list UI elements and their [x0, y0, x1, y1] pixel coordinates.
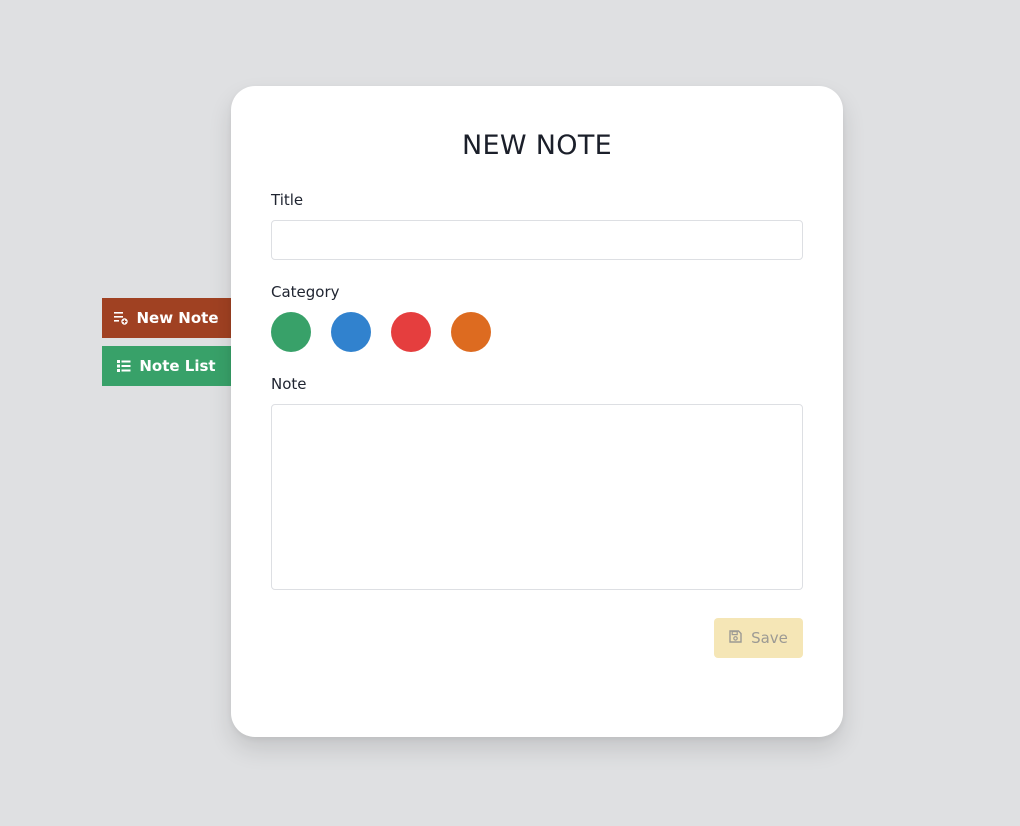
new-note-card: NEW NOTE Title Category Note Save	[231, 86, 843, 737]
note-list-tab[interactable]: Note List	[102, 346, 231, 386]
note-list-tab-label: Note List	[139, 357, 216, 375]
title-input[interactable]	[271, 220, 803, 260]
list-icon	[117, 359, 131, 373]
note-label: Note	[271, 375, 307, 393]
playlist-add-icon	[114, 311, 129, 325]
new-note-tab[interactable]: New Note	[102, 298, 231, 338]
save-button-label: Save	[751, 629, 788, 647]
app-stage: New Note Note List NEW NOTE Title Catego…	[0, 0, 1020, 826]
category-picker	[271, 312, 491, 352]
page-title: NEW NOTE	[462, 130, 612, 161]
category-swatch-blue[interactable]	[331, 312, 371, 352]
new-note-tab-label: New Note	[136, 309, 219, 327]
category-swatch-red[interactable]	[391, 312, 431, 352]
category-label: Category	[271, 283, 340, 301]
category-swatch-green[interactable]	[271, 312, 311, 352]
category-swatch-orange[interactable]	[451, 312, 491, 352]
floppy-disk-icon	[729, 629, 742, 647]
title-label: Title	[271, 191, 304, 209]
save-button[interactable]: Save	[714, 618, 803, 658]
note-textarea[interactable]	[271, 404, 803, 590]
